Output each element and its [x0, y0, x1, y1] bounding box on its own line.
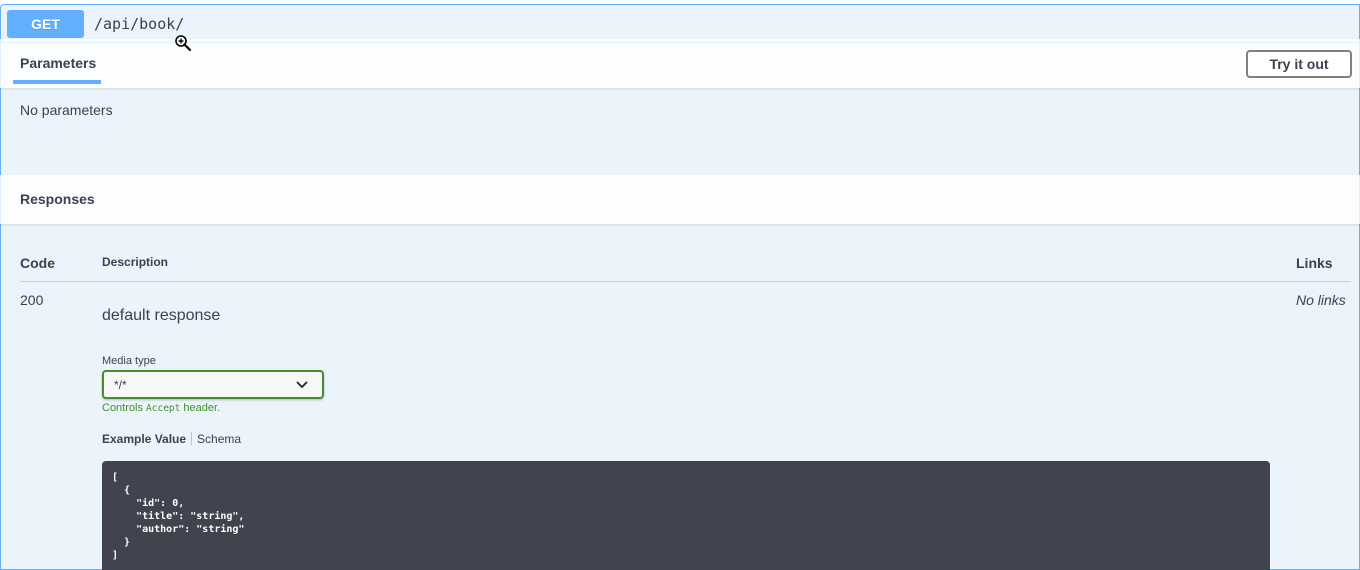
responses-title: Responses	[20, 191, 95, 207]
media-type-value: */*	[114, 378, 127, 392]
controls-suffix: header.	[183, 402, 221, 414]
response-code: 200	[20, 292, 44, 308]
tab-example-value[interactable]: Example Value	[102, 432, 186, 446]
tab-parameters[interactable]: Parameters	[13, 39, 101, 88]
response-description: default response	[102, 307, 221, 324]
tab-separator	[191, 432, 193, 445]
operation-path: /api/book/	[94, 15, 185, 33]
zoom-in-icon	[175, 35, 192, 52]
response-links: No links	[1296, 292, 1346, 308]
chevron-down-icon	[296, 381, 308, 388]
method-badge: GET	[7, 10, 84, 38]
example-json: [ { "id": 0, "title": "string", "author"…	[112, 472, 245, 561]
parameters-header: Parameters Try it out	[0, 39, 1360, 88]
tab-schema[interactable]: Schema	[197, 432, 241, 446]
tab-parameters-label: Parameters	[20, 55, 97, 71]
table-header-divider	[20, 281, 1351, 282]
no-parameters-text: No parameters	[20, 102, 113, 118]
example-value-code-block[interactable]: [ { "id": 0, "title": "string", "author"…	[102, 461, 1270, 570]
try-it-out-button[interactable]: Try it out	[1246, 50, 1352, 78]
column-header-description: Description	[102, 255, 169, 269]
tab-active-indicator	[13, 80, 101, 84]
operation-summary[interactable]: GET /api/book/	[1, 5, 1359, 43]
controls-prefix: Controls	[102, 402, 143, 414]
controls-header-name: Accept	[146, 403, 181, 414]
column-header-links: Links	[1296, 255, 1333, 271]
controls-accept-hint: Controls Accept header.	[102, 402, 220, 414]
example-schema-tabs: Example Value Schema	[102, 432, 241, 446]
column-header-code: Code	[20, 255, 55, 271]
media-type-label: Media type	[102, 355, 156, 367]
responses-header: Responses	[0, 175, 1360, 224]
media-type-select[interactable]: */*	[102, 370, 324, 399]
